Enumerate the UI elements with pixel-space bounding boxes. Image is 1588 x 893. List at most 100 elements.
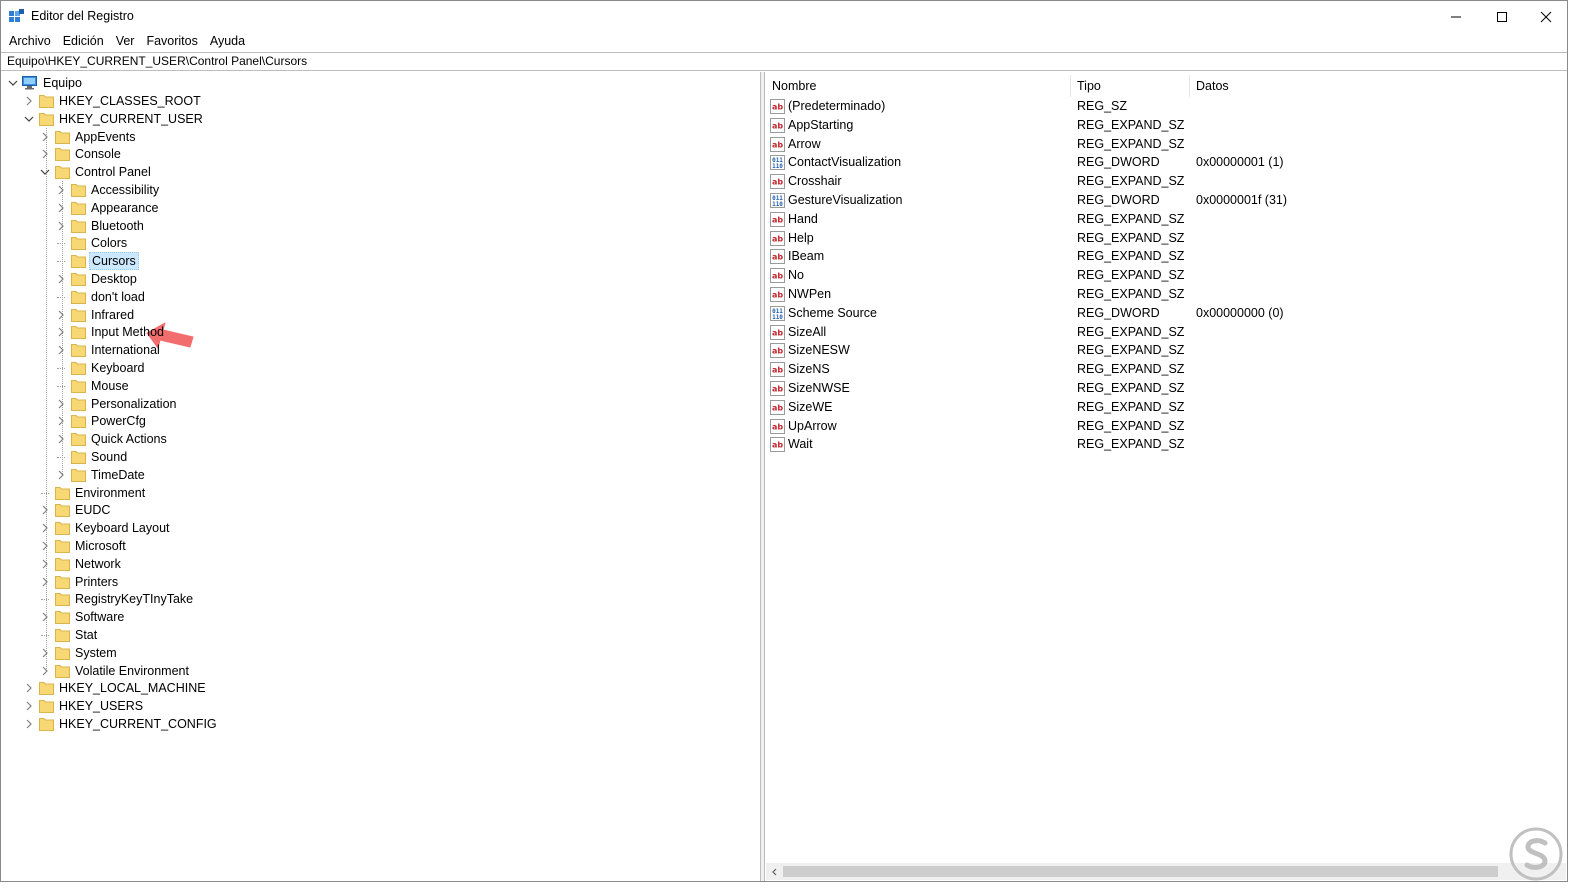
tree-node-don-t-load[interactable]: don't load: [1, 288, 760, 306]
column-header-nombre[interactable]: Nombre: [766, 75, 1071, 97]
chevron-right-icon[interactable]: [55, 469, 67, 481]
tree-node-mouse[interactable]: Mouse: [1, 377, 760, 395]
tree-node-registrykeytinytake[interactable]: RegistryKeyTInyTake: [1, 590, 760, 608]
minimize-button[interactable]: [1433, 1, 1479, 32]
tree-node-system[interactable]: System: [1, 644, 760, 662]
title-bar[interactable]: Editor del Registro: [1, 1, 1567, 32]
tree-node-environment[interactable]: Environment: [1, 484, 760, 502]
tree-node-personalization[interactable]: Personalization: [1, 395, 760, 413]
menu-ver[interactable]: Ver: [110, 32, 141, 51]
tree-node-timedate[interactable]: TimeDate: [1, 466, 760, 484]
scroll-left-button[interactable]: [766, 863, 783, 880]
chevron-right-icon[interactable]: [55, 202, 67, 214]
chevron-right-icon[interactable]: [55, 344, 67, 356]
values-list-pane[interactable]: Nombre Tipo Datos ab (Predeterminado) REG_…: [766, 72, 1567, 881]
value-row-scheme-source[interactable]: 011 110 Scheme Source REG_DWORD 0x00000000 (…: [766, 304, 1567, 323]
chevron-right-icon[interactable]: [39, 131, 51, 143]
chevron-right-icon[interactable]: [23, 95, 35, 107]
tree-node-volatile-environment[interactable]: Volatile Environment: [1, 662, 760, 680]
value-row-arrow[interactable]: ab Arrow REG_EXPAND_SZ: [766, 135, 1567, 154]
close-button[interactable]: [1523, 1, 1567, 32]
tree-node-hkey-current-user[interactable]: HKEY_CURRENT_USER: [1, 110, 760, 128]
tree-node-hkey-local-machine[interactable]: HKEY_LOCAL_MACHINE: [1, 679, 760, 697]
tree-node-printers[interactable]: Printers: [1, 573, 760, 591]
menu-ayuda[interactable]: Ayuda: [204, 32, 251, 51]
chevron-right-icon[interactable]: [39, 504, 51, 516]
key-tree-pane[interactable]: Equipo HKEY_CLASSES_ROOT HKEY_CURRENT_USE…: [1, 72, 761, 881]
tree-node-quick-actions[interactable]: Quick Actions: [1, 430, 760, 448]
tree-node-international[interactable]: International: [1, 341, 760, 359]
tree-node-cursors[interactable]: Cursors: [1, 252, 760, 271]
chevron-down-icon[interactable]: [39, 166, 51, 178]
chevron-right-icon[interactable]: [55, 184, 67, 196]
value-row-contactvisualization[interactable]: 011 110 ContactVisualization REG_DWORD 0x000…: [766, 153, 1567, 172]
tree-node-hkey-classes-root[interactable]: HKEY_CLASSES_ROOT: [1, 92, 760, 110]
value-row-gesturevisualization[interactable]: 011 110 GestureVisualization REG_DWORD 0x000…: [766, 191, 1567, 210]
menu-archivo[interactable]: Archivo: [3, 32, 57, 51]
value-row-sizens[interactable]: ab SizeNS REG_EXPAND_SZ: [766, 360, 1567, 379]
tree-node-sound[interactable]: Sound: [1, 448, 760, 466]
value-row-nwpen[interactable]: ab NWPen REG_EXPAND_SZ: [766, 285, 1567, 304]
value-row-crosshair[interactable]: ab Crosshair REG_EXPAND_SZ: [766, 172, 1567, 191]
chevron-right-icon[interactable]: [55, 433, 67, 445]
tree-node-hkey-current-config[interactable]: HKEY_CURRENT_CONFIG: [1, 715, 760, 733]
maximize-button[interactable]: [1479, 1, 1525, 32]
chevron-right-icon[interactable]: [55, 309, 67, 321]
tree-node-keyboard-layout[interactable]: Keyboard Layout: [1, 519, 760, 537]
scroll-thumb[interactable]: [783, 866, 1498, 877]
tree-node-input-method[interactable]: Input Method: [1, 323, 760, 341]
value-row-sizenwse[interactable]: ab SizeNWSE REG_EXPAND_SZ: [766, 379, 1567, 398]
value-row-predeterminado[interactable]: ab (Predeterminado) REG_SZ: [766, 97, 1567, 116]
chevron-right-icon[interactable]: [55, 326, 67, 338]
chevron-right-icon[interactable]: [39, 611, 51, 623]
value-row-sizewe[interactable]: ab SizeWE REG_EXPAND_SZ: [766, 398, 1567, 417]
tree-node-accessibility[interactable]: Accessibility: [1, 181, 760, 199]
tree-node-appevents[interactable]: AppEvents: [1, 128, 760, 146]
tree-node-console[interactable]: Console: [1, 145, 760, 163]
pane-splitter[interactable]: [761, 72, 765, 881]
tree-node-infrared[interactable]: Infrared: [1, 306, 760, 324]
value-row-help[interactable]: ab Help REG_EXPAND_SZ: [766, 229, 1567, 248]
column-header-datos[interactable]: Datos: [1190, 75, 1567, 97]
chevron-right-icon[interactable]: [55, 220, 67, 232]
tree-node-hkey-users[interactable]: HKEY_USERS: [1, 697, 760, 715]
chevron-right-icon[interactable]: [39, 148, 51, 160]
tree-node-keyboard[interactable]: Keyboard: [1, 359, 760, 377]
chevron-right-icon[interactable]: [55, 398, 67, 410]
value-row-hand[interactable]: ab Hand REG_EXPAND_SZ: [766, 210, 1567, 229]
value-row-appstarting[interactable]: ab AppStarting REG_EXPAND_SZ: [766, 116, 1567, 135]
chevron-right-icon[interactable]: [39, 576, 51, 588]
value-row-ibeam[interactable]: ab IBeam REG_EXPAND_SZ: [766, 247, 1567, 266]
menu-edicion[interactable]: Edición: [57, 32, 110, 51]
value-row-uparrow[interactable]: ab UpArrow REG_EXPAND_SZ: [766, 417, 1567, 436]
menu-favoritos[interactable]: Favoritos: [140, 32, 203, 51]
chevron-down-icon[interactable]: [23, 113, 35, 125]
chevron-right-icon[interactable]: [39, 647, 51, 659]
tree-node-network[interactable]: Network: [1, 555, 760, 573]
chevron-down-icon[interactable]: [7, 77, 19, 89]
chevron-right-icon[interactable]: [39, 522, 51, 534]
tree-node-software[interactable]: Software: [1, 608, 760, 626]
chevron-right-icon[interactable]: [39, 665, 51, 677]
tree-node-microsoft[interactable]: Microsoft: [1, 537, 760, 555]
address-bar[interactable]: Equipo\HKEY_CURRENT_USER\Control Panel\C…: [1, 52, 1567, 71]
value-row-sizeall[interactable]: ab SizeAll REG_EXPAND_SZ: [766, 323, 1567, 342]
chevron-right-icon[interactable]: [55, 415, 67, 427]
chevron-right-icon[interactable]: [55, 273, 67, 285]
chevron-right-icon[interactable]: [23, 718, 35, 730]
chevron-right-icon[interactable]: [23, 700, 35, 712]
tree-node-control-panel[interactable]: Control Panel: [1, 163, 760, 181]
tree-node-eudc[interactable]: EUDC: [1, 501, 760, 519]
chevron-right-icon[interactable]: [39, 540, 51, 552]
tree-node-equipo[interactable]: Equipo: [1, 74, 760, 92]
column-header-tipo[interactable]: Tipo: [1071, 75, 1190, 97]
tree-node-powercfg[interactable]: PowerCfg: [1, 412, 760, 430]
chevron-right-icon[interactable]: [23, 682, 35, 694]
tree-node-colors[interactable]: Colors: [1, 234, 760, 252]
value-row-wait[interactable]: ab Wait REG_EXPAND_SZ: [766, 435, 1567, 454]
tree-node-stat[interactable]: Stat: [1, 626, 760, 644]
value-row-no[interactable]: ab No REG_EXPAND_SZ: [766, 266, 1567, 285]
tree-node-bluetooth[interactable]: Bluetooth: [1, 217, 760, 235]
chevron-right-icon[interactable]: [39, 558, 51, 570]
tree-node-desktop[interactable]: Desktop: [1, 270, 760, 288]
